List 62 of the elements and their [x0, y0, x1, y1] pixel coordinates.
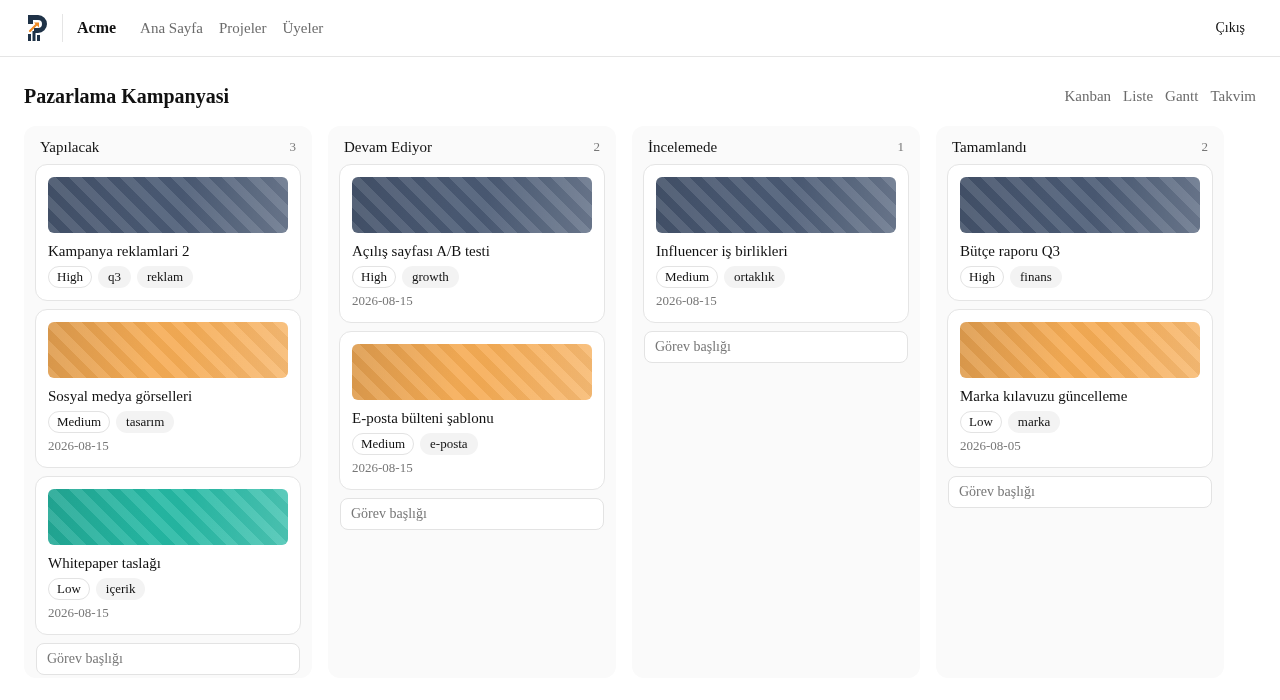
priority-tag: Low — [960, 411, 1002, 433]
task-card[interactable]: Marka kılavuzu güncelleme Low marka 2026-08-05 — [947, 309, 1213, 468]
column-title: Yapılacak — [40, 137, 100, 157]
due-date: 2026-08-05 — [960, 437, 1022, 455]
task-title-input[interactable]: Görev başlığı — [36, 643, 300, 675]
view-link[interactable]: Gantt — [1165, 84, 1199, 108]
priority-tag: High — [48, 266, 92, 288]
task-card[interactable]: Whitepaper taslağı Low içerik 2026-08-15 — [35, 476, 301, 635]
task-title-input[interactable]: Görev başlığı — [340, 498, 604, 530]
due-date: 2026-08-15 — [656, 292, 718, 310]
priority-tag: High — [352, 266, 396, 288]
view-link[interactable]: Takvim — [1210, 84, 1256, 108]
task-title: Influencer iş birlikleri — [656, 242, 789, 261]
due-date: 2026-08-15 — [48, 604, 110, 622]
task-card[interactable]: Bütçe raporu Q3 High finans — [947, 164, 1213, 301]
column-title: Devam Ediyor — [344, 137, 432, 157]
label-tag: e-posta — [420, 433, 478, 455]
task-title: Bütçe raporu Q3 — [960, 242, 1061, 261]
task-title-input[interactable]: Görev başlığı — [644, 331, 908, 363]
nav-link[interactable]: Projeler — [219, 16, 267, 40]
task-title: Kampanya reklamlari 2 — [48, 242, 191, 261]
task-count: 2 — [593, 138, 600, 157]
view-link[interactable]: Liste — [1123, 84, 1154, 108]
label-tag: finans — [1010, 266, 1062, 288]
label-tag: q3 — [98, 266, 131, 288]
task-card[interactable]: Influencer iş birlikleri Medium ortaklık 2026-08-15 — [643, 164, 909, 323]
priority-tag: Medium — [48, 411, 111, 433]
priority-tag: High — [960, 266, 1004, 288]
due-date: 2026-08-15 — [352, 459, 414, 477]
priority-tag: Low — [48, 578, 90, 600]
priority-tag: Medium — [352, 433, 415, 455]
task-card[interactable]: E-posta bülteni şablonu Medium e-posta 2026-08-15 — [339, 331, 605, 490]
column-title: Tamamlandı — [952, 137, 1027, 157]
nav-link[interactable]: Üyeler — [282, 16, 324, 40]
task-count: 2 — [1201, 138, 1208, 157]
task-card[interactable]: Kampanya reklamlari 2 High q3 reklam — [35, 164, 301, 301]
label-tag: tasarım — [116, 411, 175, 433]
column-title: İncelemede — [648, 137, 718, 157]
task-card[interactable]: Açılış sayfası A/B testi High growth 2026-08-15 — [339, 164, 605, 323]
logo-icon — [26, 14, 48, 42]
view-link[interactable]: Kanban — [1064, 84, 1112, 108]
task-title: E-posta bülteni şablonu — [352, 409, 495, 428]
label-tag: marka — [1007, 411, 1061, 433]
nav-link[interactable]: Ana Sayfa — [140, 16, 203, 40]
task-title: Whitepaper taslağı — [48, 554, 162, 573]
priority-tag: Medium — [656, 266, 719, 288]
label-tag: içerik — [95, 578, 146, 600]
due-date: 2026-08-15 — [352, 292, 414, 310]
label-tag: ortaklık — [724, 266, 785, 288]
page-title: Pazarlama Kampanyasi — [24, 84, 229, 110]
brand-name: Acme — [77, 18, 117, 38]
task-card[interactable]: Sosyal medya görselleri Medium tasarım 2026-08-15 — [35, 309, 301, 468]
label-tag: growth — [402, 266, 459, 288]
task-count: 1 — [897, 138, 904, 157]
task-title: Marka kılavuzu güncelleme — [960, 387, 1129, 406]
task-title: Sosyal medya görselleri — [48, 387, 194, 406]
task-count: 3 — [289, 138, 296, 157]
due-date: 2026-08-15 — [48, 437, 110, 455]
task-title-input[interactable]: Görev başlığı — [948, 476, 1212, 508]
logout-button[interactable]: Çıkış — [1215, 18, 1245, 38]
label-tag: reklam — [137, 266, 194, 288]
task-title: Açılış sayfası A/B testi — [352, 242, 491, 261]
